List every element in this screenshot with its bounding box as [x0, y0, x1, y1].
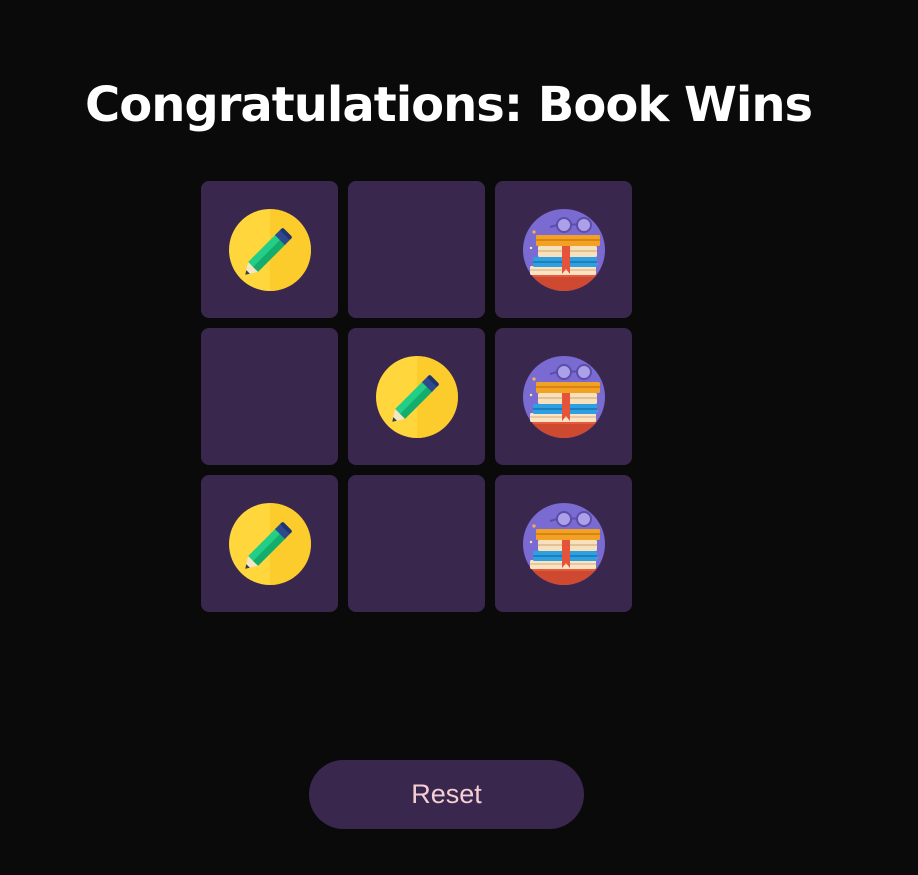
book-stack-icon	[522, 502, 605, 585]
game-board	[201, 181, 632, 612]
board-cell-8[interactable]	[348, 475, 485, 612]
book-stack-icon	[522, 208, 605, 291]
pencil-icon	[228, 502, 311, 585]
board-cell-1[interactable]	[201, 181, 338, 318]
board-cell-3[interactable]	[495, 181, 632, 318]
game-status-title: Congratulations: Book Wins	[85, 77, 813, 133]
pencil-icon	[228, 208, 311, 291]
book-stack-icon	[522, 355, 605, 438]
reset-button[interactable]: Reset	[309, 760, 584, 829]
board-cell-4[interactable]	[201, 328, 338, 465]
pencil-icon	[375, 355, 458, 438]
board-cell-5[interactable]	[348, 328, 485, 465]
game-page: Congratulations: Book Wins Reset	[0, 0, 918, 875]
board-cell-6[interactable]	[495, 328, 632, 465]
board-cell-9[interactable]	[495, 475, 632, 612]
board-cell-7[interactable]	[201, 475, 338, 612]
board-cell-2[interactable]	[348, 181, 485, 318]
